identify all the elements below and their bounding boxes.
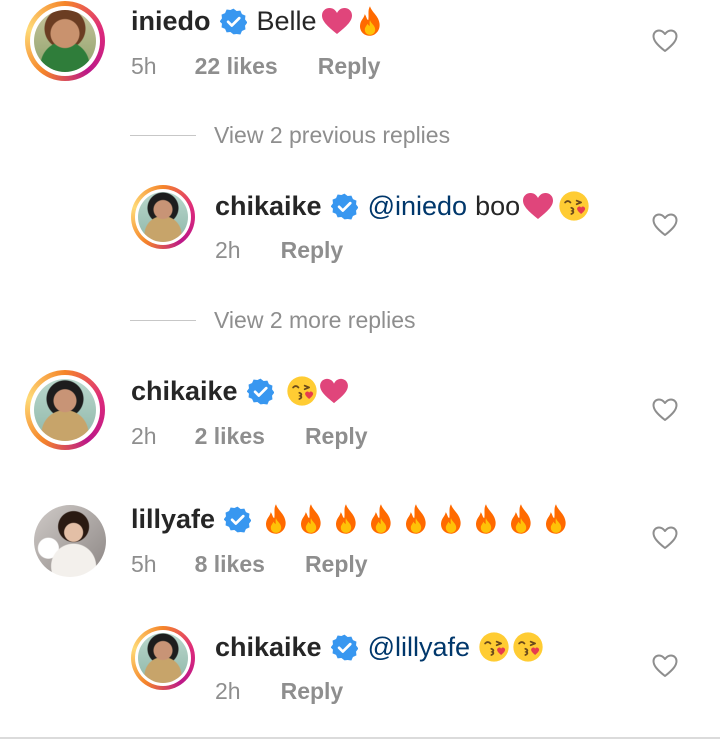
- view-previous-replies[interactable]: View 2 previous replies: [130, 122, 450, 149]
- fire-icon: [473, 503, 499, 535]
- like-heart-icon[interactable]: [652, 213, 678, 237]
- likes-count[interactable]: 22 likes: [195, 53, 278, 80]
- fire-icon: [438, 503, 464, 535]
- fire-icon: [263, 503, 289, 535]
- timestamp: 2h: [131, 423, 157, 449]
- verified-badge-icon: [247, 378, 274, 405]
- like-heart-icon[interactable]: [652, 398, 678, 422]
- verified-badge-icon: [331, 193, 358, 220]
- fire-icon: [543, 503, 569, 535]
- pink-heart-icon: [522, 192, 554, 220]
- avatar[interactable]: [25, 1, 105, 81]
- bottom-divider: [0, 737, 720, 739]
- mention-link[interactable]: @lillyafe: [368, 632, 470, 663]
- divider: [130, 135, 196, 136]
- comment-text: boo: [475, 190, 521, 221]
- reply-button[interactable]: Reply: [281, 237, 344, 264]
- avatar[interactable]: [131, 626, 195, 690]
- timestamp: 2h: [215, 678, 241, 704]
- fire-icon: [333, 503, 359, 535]
- avatar[interactable]: [131, 185, 195, 249]
- reply-button[interactable]: Reply: [281, 678, 344, 705]
- view-more-replies[interactable]: View 2 more replies: [130, 307, 416, 334]
- username[interactable]: chikaike: [131, 376, 238, 407]
- like-heart-icon[interactable]: [652, 29, 678, 53]
- mention-link[interactable]: @iniedo: [368, 191, 467, 222]
- avatar[interactable]: [34, 505, 106, 577]
- likes-count[interactable]: 8 likes: [195, 551, 265, 578]
- like-heart-icon[interactable]: [652, 526, 678, 550]
- reply-button[interactable]: Reply: [318, 53, 381, 80]
- username[interactable]: chikaike: [215, 191, 322, 222]
- username[interactable]: chikaike: [215, 632, 322, 663]
- timestamp: 5h: [131, 551, 157, 577]
- username[interactable]: iniedo: [131, 6, 211, 37]
- view-replies-label[interactable]: View 2 more replies: [214, 307, 416, 334]
- view-replies-label[interactable]: View 2 previous replies: [214, 122, 450, 149]
- verified-badge-icon: [224, 506, 251, 533]
- comment-text: Belle: [256, 5, 317, 36]
- fire-icon: [368, 503, 394, 535]
- like-heart-icon[interactable]: [652, 654, 678, 678]
- likes-count[interactable]: 2 likes: [195, 423, 265, 450]
- pink-heart-icon: [321, 7, 353, 35]
- reply-button[interactable]: Reply: [305, 423, 368, 450]
- username[interactable]: lillyafe: [131, 504, 215, 535]
- timestamp: 5h: [131, 53, 157, 79]
- kissing-face-icon: [478, 631, 510, 663]
- avatar[interactable]: [25, 370, 105, 450]
- verified-badge-icon: [331, 634, 358, 661]
- reply-button[interactable]: Reply: [305, 551, 368, 578]
- timestamp: 2h: [215, 237, 241, 263]
- fire-icon: [403, 503, 429, 535]
- kissing-face-icon: [558, 190, 590, 222]
- divider: [130, 320, 196, 321]
- verified-badge-icon: [220, 8, 247, 35]
- fire-icon: [357, 5, 383, 37]
- kissing-face-icon: [512, 631, 544, 663]
- kissing-face-icon: [286, 375, 318, 407]
- fire-icon: [508, 503, 534, 535]
- pink-heart-icon: [319, 378, 349, 404]
- fire-icon: [298, 503, 324, 535]
